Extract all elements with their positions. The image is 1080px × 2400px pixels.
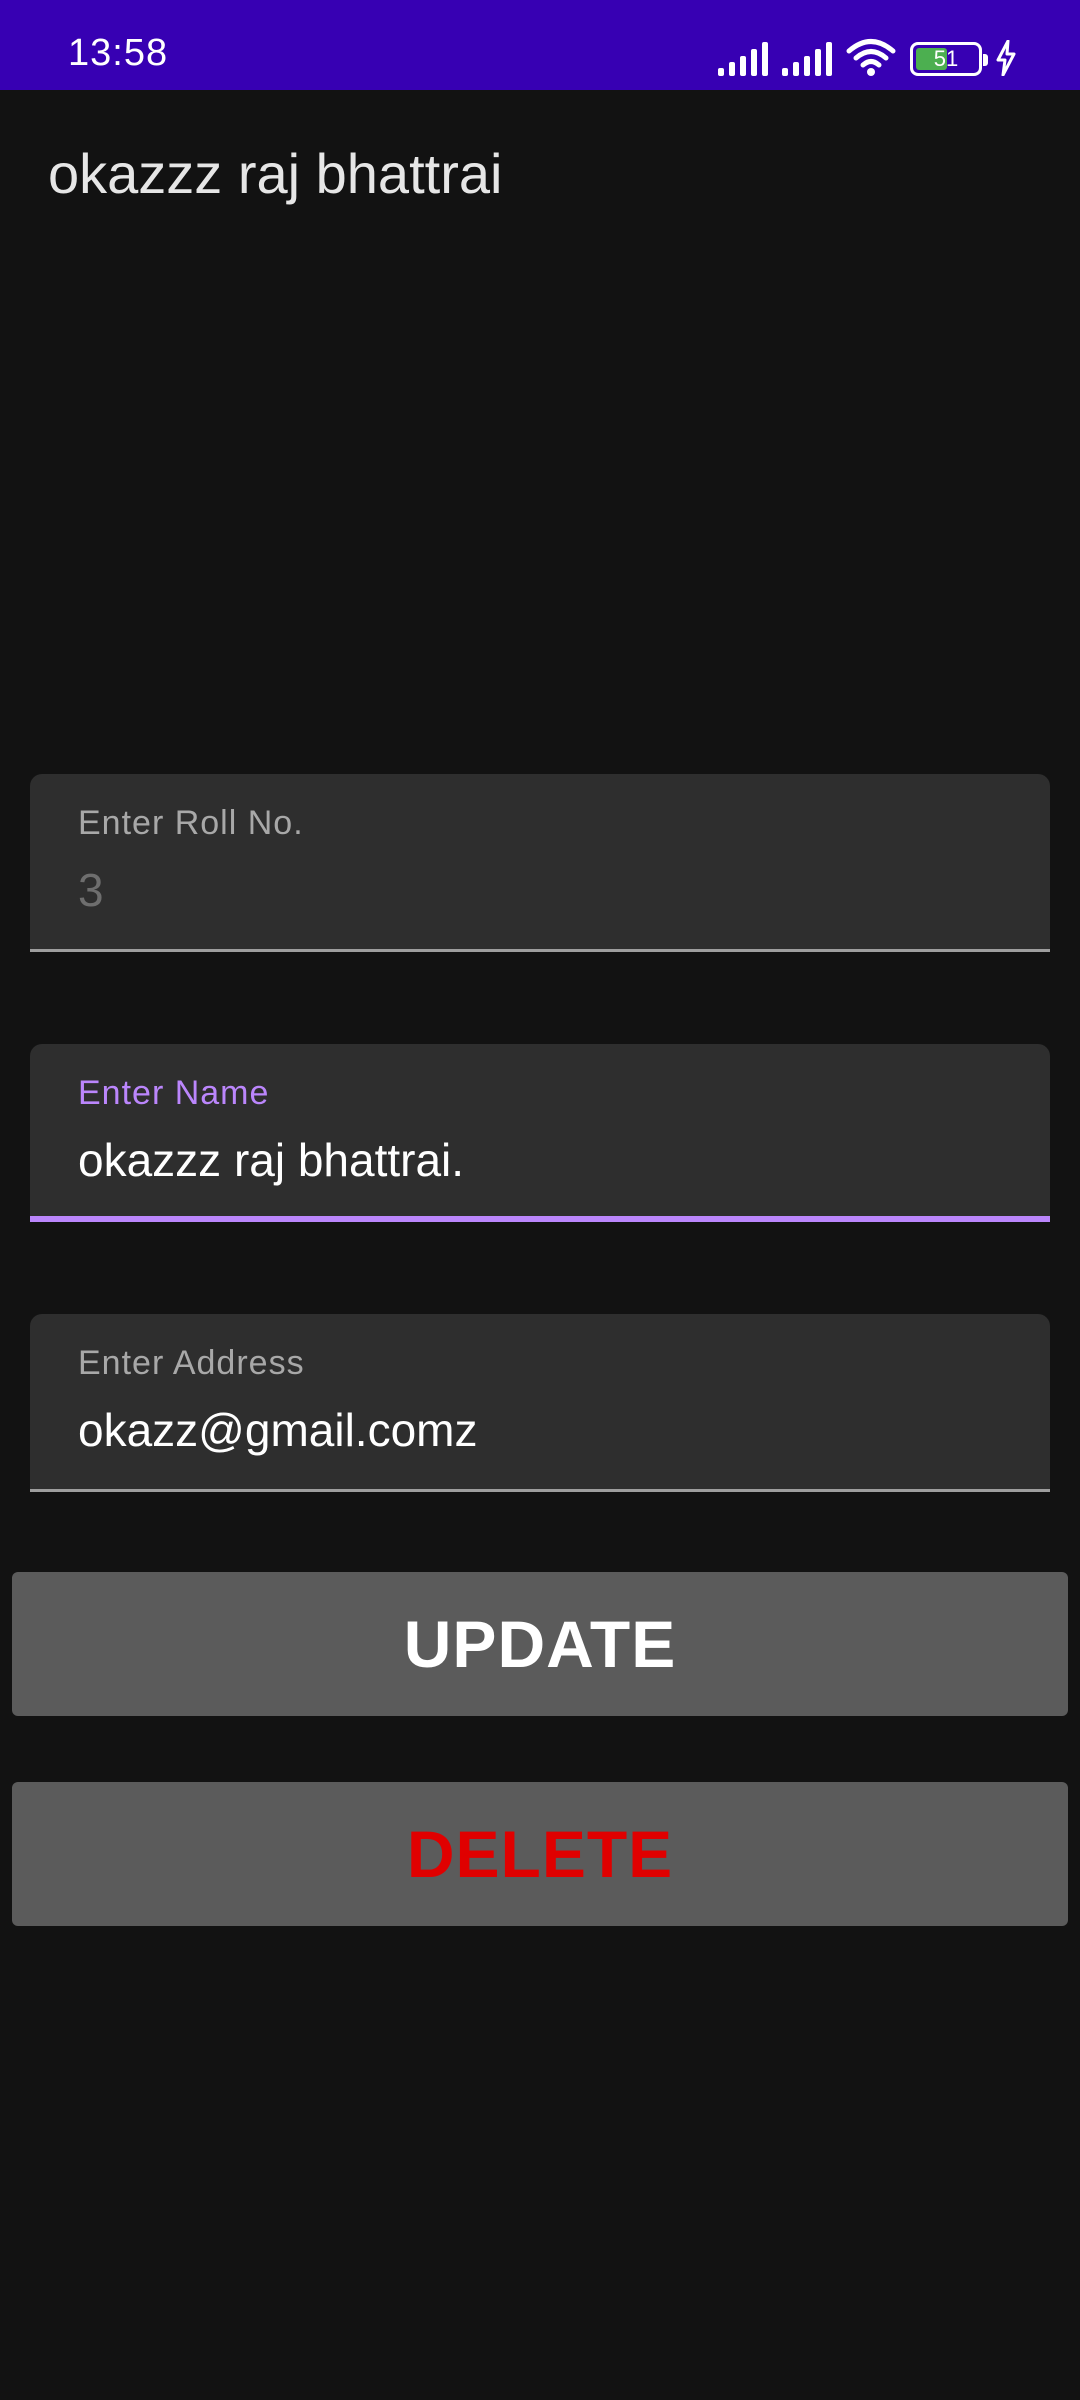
signal-icon	[782, 42, 832, 76]
address-field[interactable]: Enter Address	[30, 1314, 1050, 1492]
name-label: Enter Name	[78, 1074, 270, 1112]
delete-button[interactable]: DELETE	[12, 1782, 1068, 1926]
roll-number-field[interactable]: Enter Roll No.	[30, 774, 1050, 952]
page-title: okazzz raj bhattrai	[48, 142, 503, 205]
address-label: Enter Address	[78, 1344, 305, 1382]
signal-icon	[718, 42, 768, 76]
update-button[interactable]: UPDATE	[12, 1572, 1068, 1716]
roll-number-label: Enter Roll No.	[78, 804, 304, 842]
charging-icon	[996, 40, 1016, 76]
name-field[interactable]: Enter Name	[30, 1044, 1050, 1222]
battery-level: 51	[933, 46, 959, 71]
roll-number-input[interactable]	[78, 860, 998, 920]
status-time: 13:58	[68, 32, 169, 74]
battery-icon: 51	[910, 42, 988, 76]
status-icons: 51	[718, 36, 1016, 76]
wifi-icon	[846, 38, 896, 76]
address-input[interactable]	[78, 1400, 998, 1460]
name-input[interactable]	[78, 1130, 998, 1190]
status-bar: 13:58 51	[0, 0, 1080, 90]
